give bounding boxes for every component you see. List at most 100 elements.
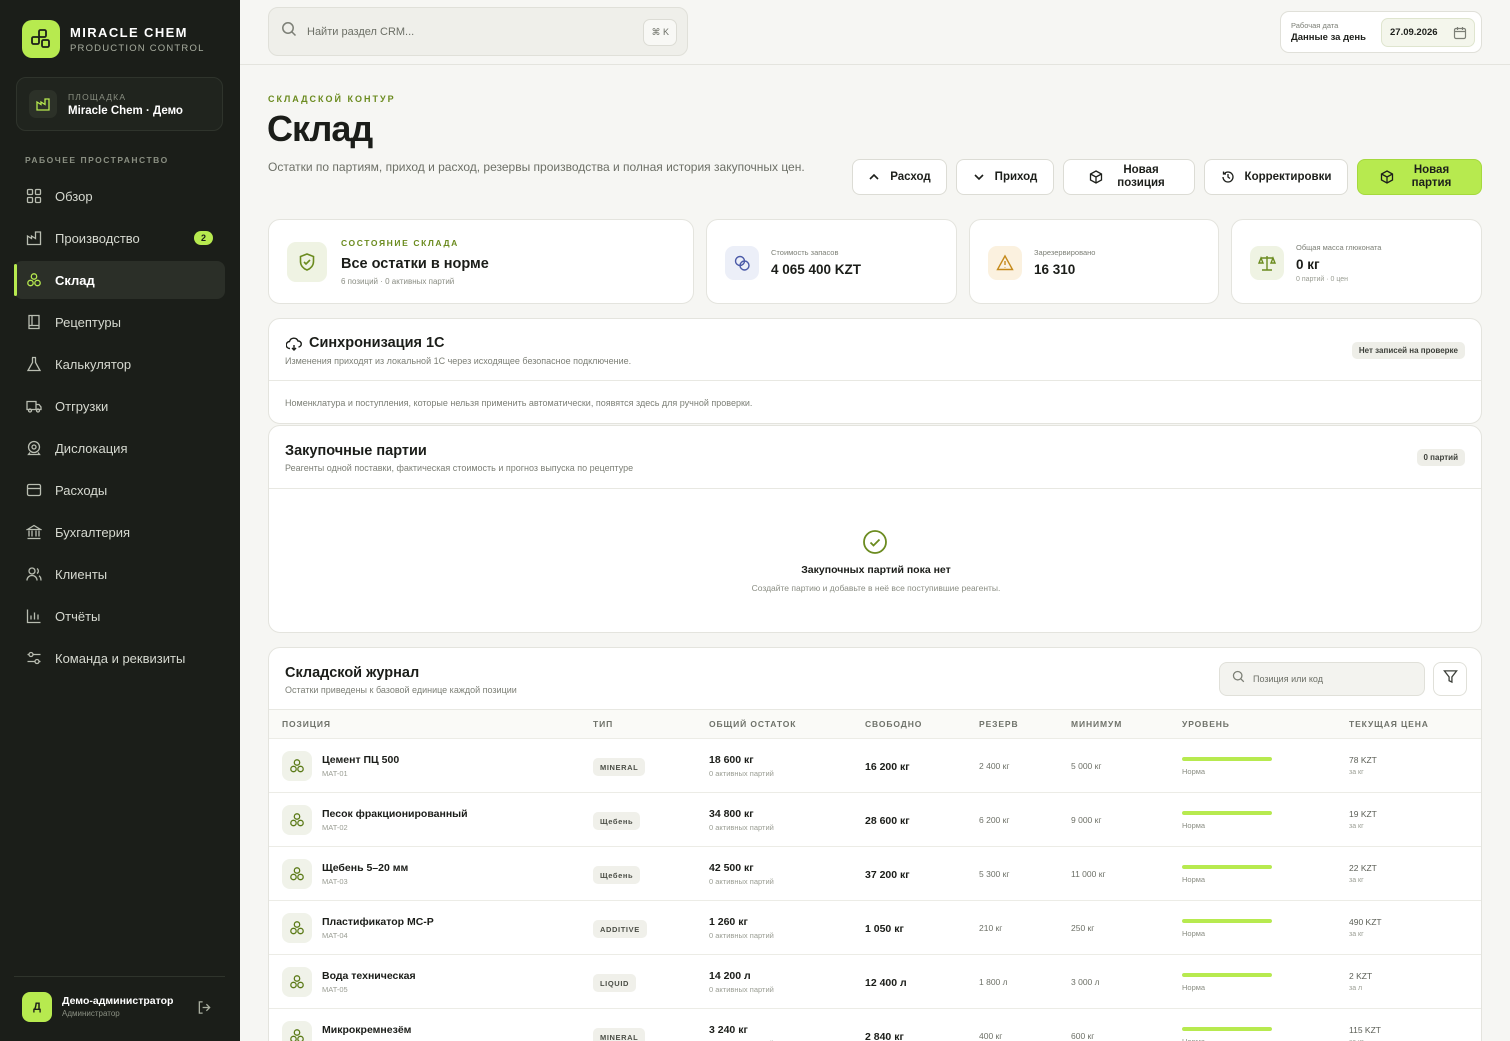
adjustments-button[interactable]: Корректировки (1204, 159, 1348, 195)
column-header[interactable]: ПОЗИЦИЯ (282, 719, 331, 729)
gluconate-sub: 0 партий · 0 цен (1296, 276, 1349, 283)
material-name[interactable]: Цемент ПЦ 500 (322, 754, 399, 766)
minimum-stock: 5 000 кг (1071, 761, 1102, 771)
search-icon (281, 21, 297, 42)
price-unit: за кг (1349, 931, 1364, 938)
reserved-value: 16 310 (1034, 262, 1076, 277)
brand[interactable]: MIRACLE CHEM PRODUCTION CONTROL (22, 20, 205, 58)
table-row[interactable]: Цемент ПЦ 500 MAT-01 MINERAL 18 600 кг 0… (269, 738, 1481, 792)
sidebar-item-clients[interactable]: Клиенты (14, 555, 225, 593)
sidebar-item-label: Бухгалтерия (55, 524, 131, 540)
user-profile[interactable]: Д Демо-администратор Администратор (14, 976, 225, 1036)
table-row[interactable]: Пластификатор МС-Р MAT-04 ADDITIVE 1 260… (269, 900, 1481, 954)
inflow-button[interactable]: Приход (956, 159, 1054, 195)
work-date-label: Рабочая дата (1291, 21, 1339, 30)
sidebar-item-expenses[interactable]: Расходы (14, 471, 225, 509)
material-name[interactable]: Пластификатор МС-Р (322, 916, 434, 928)
material-name[interactable]: Микрокремнезём (322, 1024, 411, 1036)
stock-value-card: Стоимость запасов 4 065 400 KZT (706, 219, 957, 304)
column-header[interactable]: СВОБОДНО (865, 719, 922, 729)
sidebar-item-warehouse[interactable]: Склад (14, 261, 225, 299)
material-name[interactable]: Вода техническая (322, 970, 416, 982)
status-label: СОСТОЯНИЕ СКЛАДА (341, 238, 459, 248)
reserve-stock: 5 300 кг (979, 869, 1010, 879)
active-batches: 0 активных партий (709, 769, 774, 778)
filter-button[interactable] (1433, 662, 1467, 696)
new-batch-button[interactable]: Новая партия (1357, 159, 1482, 195)
sidebar-item-shipments[interactable]: Отгрузки (14, 387, 225, 425)
calendar-icon (1453, 26, 1467, 43)
reserve-stock: 210 кг (979, 923, 1003, 933)
material-code: MAT-04 (322, 931, 348, 940)
sidebar-item-calculator[interactable]: Калькулятор (14, 345, 225, 383)
current-price: 22 KZT (1349, 863, 1377, 873)
work-date: Рабочая дата Данные за день 27.09.2026 (1280, 11, 1482, 53)
workspace-label: РАБОЧЕЕ ПРОСТРАНСТВО (25, 155, 169, 165)
sidebar-item-label: Отчёты (55, 608, 101, 624)
factory-icon (25, 229, 43, 247)
column-header[interactable]: ТИП (593, 719, 613, 729)
material-code: MAT-02 (322, 823, 348, 832)
column-header[interactable]: ОБЩИЙ ОСТАТОК (709, 719, 796, 729)
price-unit: за кг (1349, 823, 1364, 830)
map-pin-icon (25, 439, 43, 457)
sync-note: Номенклатура и поступления, которые нель… (285, 398, 753, 408)
journal-search[interactable]: Позиция или код (1219, 662, 1425, 696)
sidebar-item-production[interactable]: Производство 2 (14, 219, 225, 257)
scale-icon (1250, 246, 1284, 280)
molecules-icon (282, 805, 312, 835)
avatar: Д (22, 991, 52, 1022)
column-header[interactable]: УРОВЕНЬ (1182, 719, 1230, 729)
sidebar-item-recipes[interactable]: Рецептуры (14, 303, 225, 341)
search-input[interactable]: Найти раздел CRM... (307, 26, 414, 38)
sidebar-item-overview[interactable]: Обзор (14, 177, 225, 215)
column-header[interactable]: МИНИМУМ (1071, 719, 1122, 729)
batches-count-badge: 0 партий (1416, 449, 1465, 466)
material-name[interactable]: Щебень 5–20 мм (322, 862, 408, 874)
coins-icon (725, 246, 759, 280)
logout-icon[interactable] (195, 998, 213, 1016)
table-row[interactable]: Песок фракционированный MAT-02 Щебень 34… (269, 792, 1481, 846)
sidebar-item-label: Отгрузки (55, 398, 109, 414)
new-item-button[interactable]: Новая позиция (1063, 159, 1195, 195)
sidebar-item-label: Клиенты (55, 566, 108, 582)
search-icon (1232, 670, 1245, 688)
sidebar-item-dislocation[interactable]: Дислокация (14, 429, 225, 467)
table-row[interactable]: Щебень 5–20 мм MAT-03 Щебень 42 500 кг 0… (269, 846, 1481, 900)
sidebar-item-reports[interactable]: Отчёты (14, 597, 225, 635)
history-icon (1221, 170, 1235, 184)
level-bar-fill (1182, 811, 1272, 815)
journal-search-input[interactable]: Позиция или код (1253, 674, 1323, 684)
status-card: СОСТОЯНИЕ СКЛАДА Все остатки в норме 6 п… (268, 219, 694, 304)
molecules-icon (25, 271, 43, 289)
status-sub: 6 позиций · 0 активных партий (341, 277, 455, 286)
user-name: Демо-администратор (62, 995, 174, 1007)
current-price: 2 KZT (1349, 971, 1373, 981)
active-batches: 0 активных партий (709, 985, 774, 994)
journal-subtitle: Остатки приведены к базовой единице кажд… (285, 685, 517, 695)
sidebar-item-accounting[interactable]: Бухгалтерия (14, 513, 225, 551)
table-row[interactable]: Вода техническая MAT-05 LIQUID 14 200 л … (269, 954, 1481, 1008)
site-switcher[interactable]: ПЛОЩАДКА Miracle Chem · Демо (16, 77, 223, 131)
sidebar-item-label: Обзор (55, 188, 93, 204)
column-header[interactable]: ТЕКУЩАЯ ЦЕНА (1349, 719, 1429, 729)
date-value: 27.09.2026 (1390, 27, 1438, 38)
outflow-button[interactable]: Расход (852, 159, 947, 195)
count-badge: 2 (194, 231, 213, 245)
material-name[interactable]: Песок фракционированный (322, 808, 468, 820)
bar-chart-icon (25, 607, 43, 625)
table-row[interactable]: Микрокремнезём MAT-06 MINERAL 3 240 кг 0… (269, 1008, 1481, 1041)
column-header[interactable]: РЕЗЕРВ (979, 719, 1019, 729)
batches-title: Закупочные партии (285, 443, 427, 459)
level-label: Норма (1182, 983, 1206, 992)
current-price: 19 KZT (1349, 809, 1377, 819)
price-unit: за кг (1349, 769, 1364, 776)
molecules-icon (282, 859, 312, 889)
date-picker[interactable]: 27.09.2026 (1381, 18, 1475, 47)
reserved-label: Зарезервировано (1034, 248, 1096, 257)
sidebar-item-team[interactable]: Команда и реквизиты (14, 639, 225, 677)
divider (269, 380, 1481, 381)
crm-search[interactable]: Найти раздел CRM... ⌘ K (268, 7, 688, 56)
users-icon (25, 565, 43, 583)
batches-panel: Закупочные партии Реагенты одной поставк… (268, 425, 1482, 633)
